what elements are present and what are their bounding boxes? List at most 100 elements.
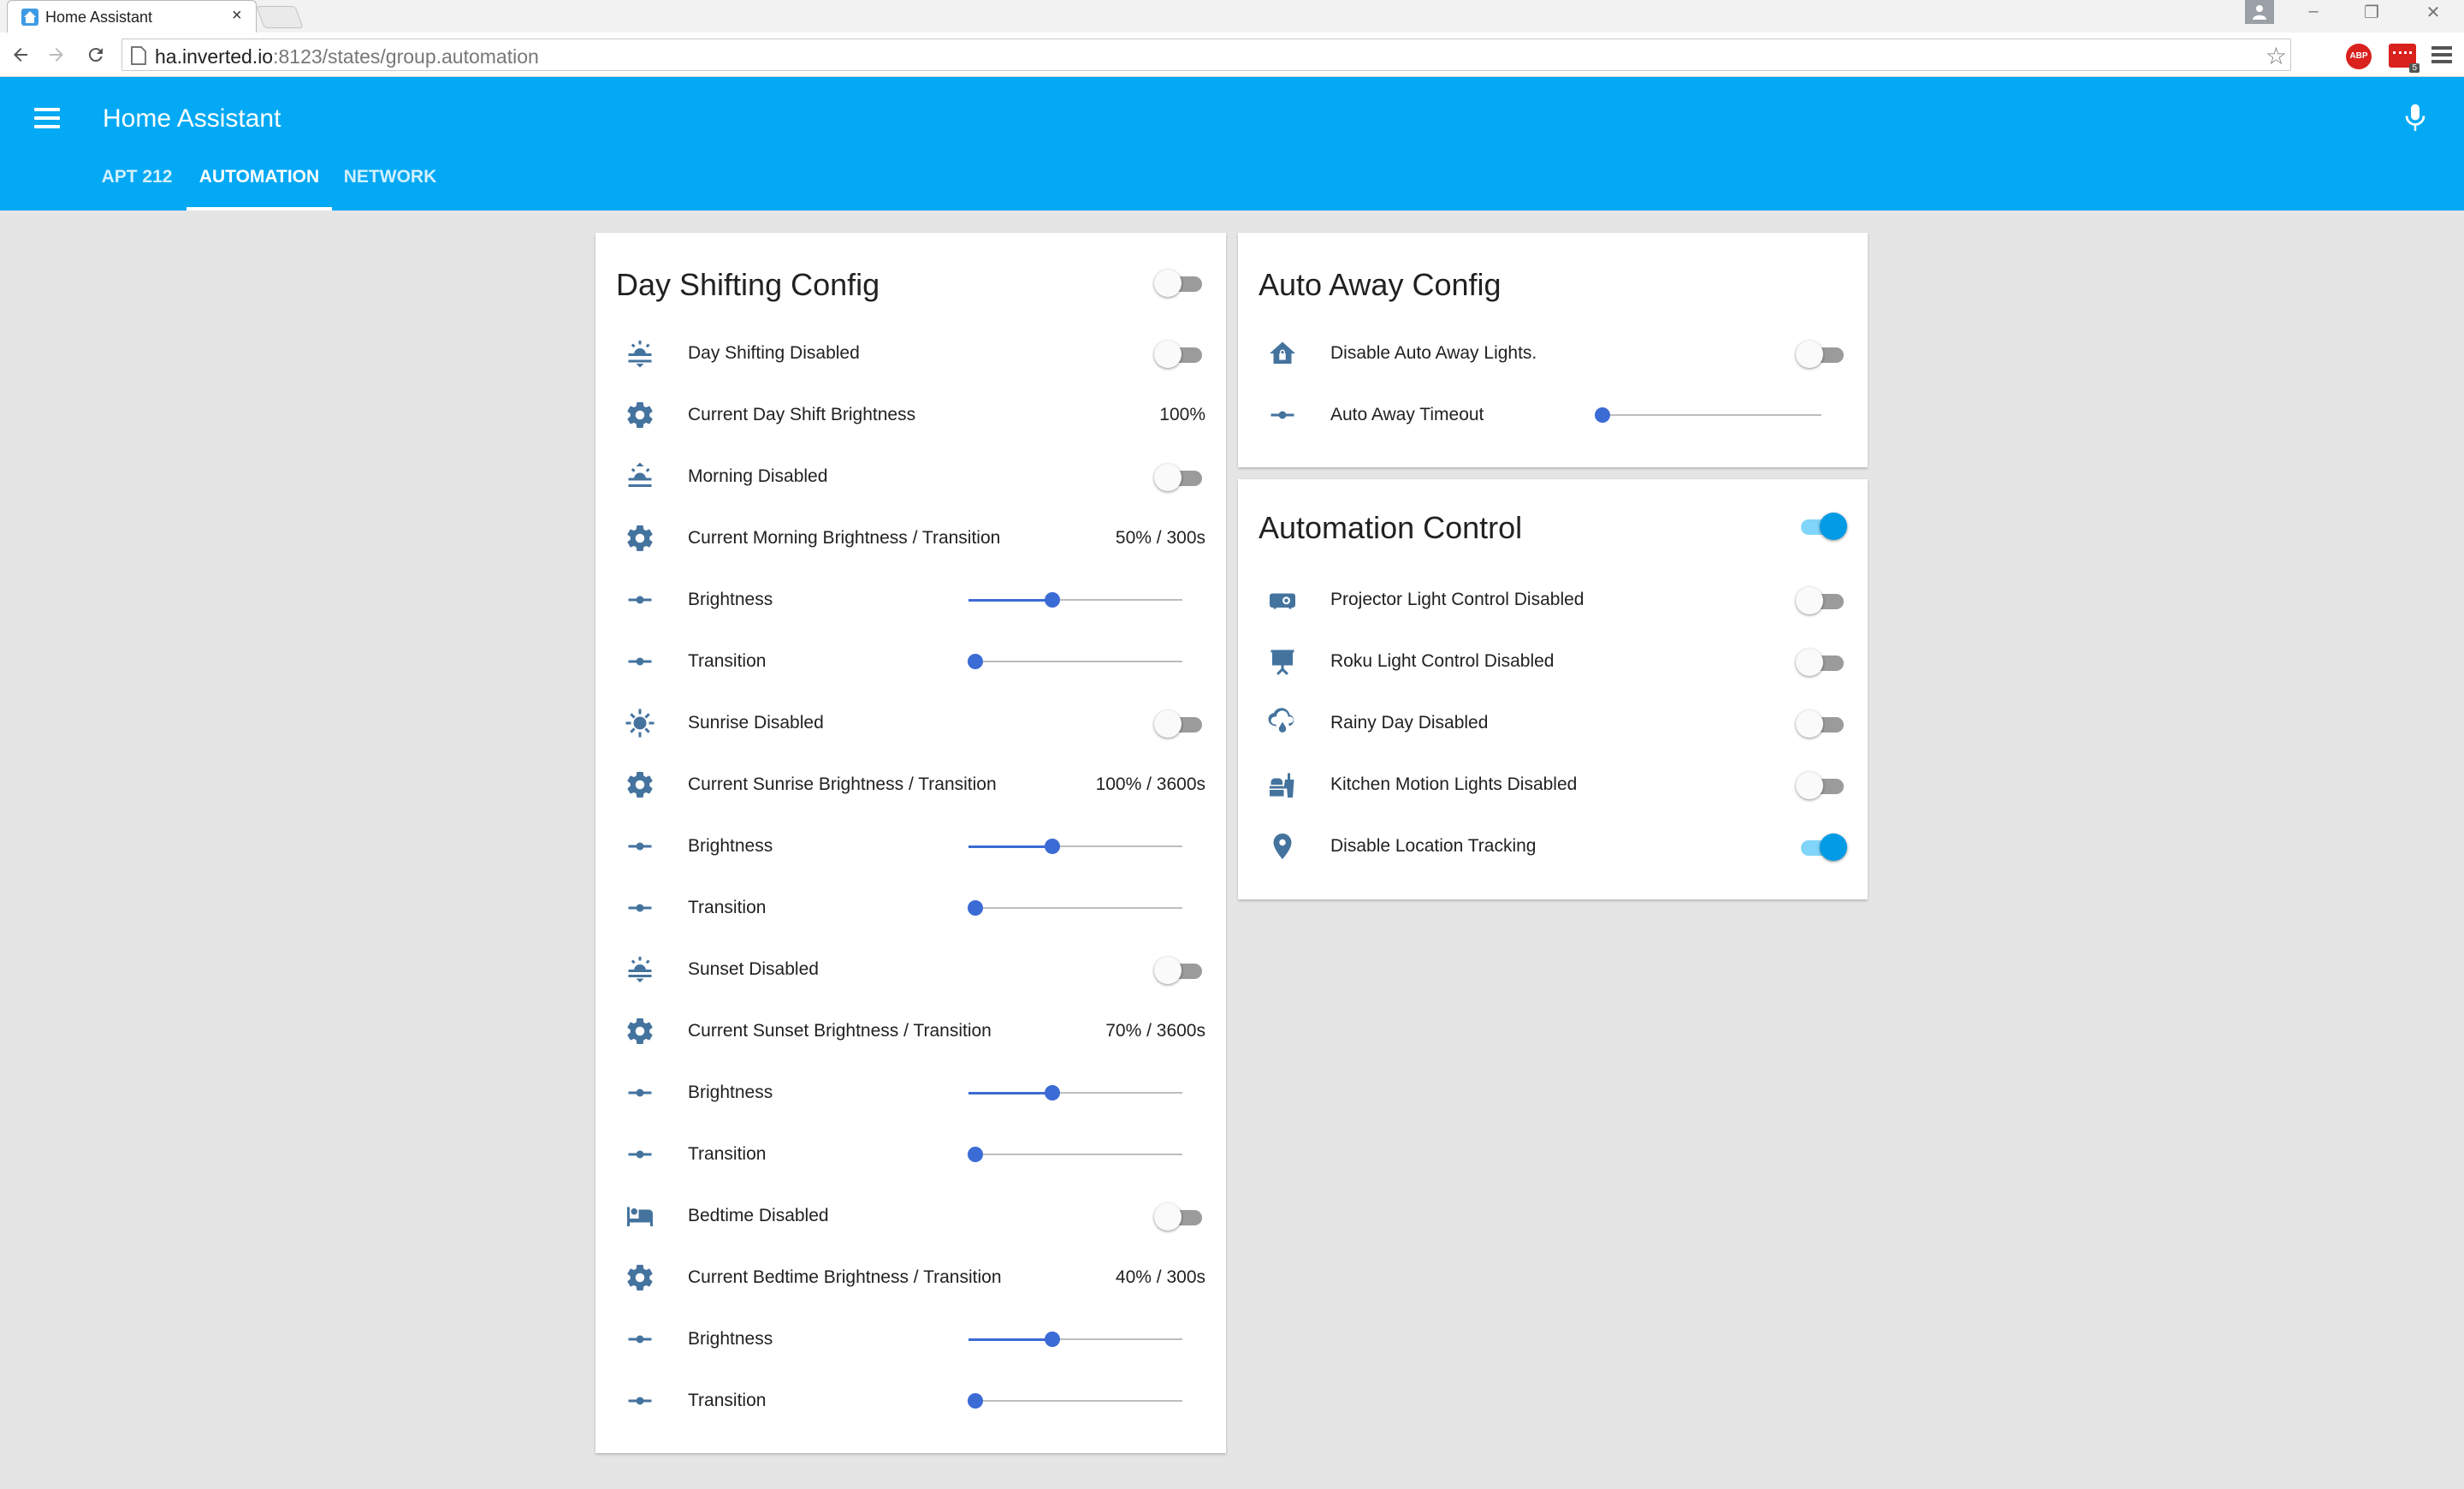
card-title: Auto Away Config [1259, 267, 1502, 302]
slider-fill [968, 1338, 1052, 1341]
entity-label: Transition [688, 1144, 767, 1164]
entity-label: Current Day Shift Brightness [688, 405, 916, 424]
page-icon [131, 46, 146, 65]
toggle-sunrise-disabled[interactable] [1154, 710, 1205, 738]
toggle-bedtime-disabled[interactable] [1154, 1203, 1205, 1231]
toggle-sunset-disabled[interactable] [1154, 957, 1205, 984]
card-title: Automation Control [1259, 510, 1523, 545]
extension-icon[interactable]: 5 [2389, 44, 2420, 73]
toggle-kitchen-motion-lights-disabled[interactable] [1796, 772, 1847, 799]
gear-icon [625, 1262, 655, 1293]
slider-thumb[interactable] [1044, 839, 1060, 854]
entity-row-projector-light-control-disabled: Projector Light Control Disabled [1238, 569, 1868, 631]
entity-state: 100% / 3600s [1095, 774, 1205, 794]
back-icon[interactable] [7, 41, 34, 68]
slider-thumb[interactable] [967, 1393, 983, 1409]
toggle-rainy-day-disabled[interactable] [1796, 710, 1847, 738]
url-text[interactable]: ha.inverted.io:8123/states/group.automat… [155, 45, 539, 68]
bookmark-star-icon[interactable]: ☆ [2266, 42, 2287, 70]
menu-icon[interactable] [34, 108, 60, 128]
entity-label: Bedtime Disabled [688, 1206, 829, 1225]
forward-icon[interactable] [43, 41, 70, 68]
entity-label: Current Sunset Brightness / Transition [688, 1021, 992, 1041]
slider-brightness[interactable] [968, 1326, 1182, 1352]
user-profile-icon[interactable] [2245, 0, 2274, 24]
gear-icon [625, 523, 655, 554]
toggle-disable-auto-away-lights[interactable] [1796, 341, 1847, 368]
toggle-morning-disabled[interactable] [1154, 464, 1205, 491]
slider-thumb[interactable] [1044, 1332, 1060, 1347]
slider-auto-away-timeout[interactable] [1595, 402, 1821, 428]
slider-thumb[interactable] [967, 900, 983, 916]
projector-screen-icon [1267, 646, 1298, 677]
slider-brightness[interactable] [968, 833, 1182, 859]
slider-icon [625, 893, 655, 923]
slider-transition[interactable] [967, 895, 1182, 921]
gear-icon [625, 769, 655, 800]
entity-state: 40% / 300s [1115, 1267, 1205, 1287]
entity-row-bedtime-disabled: Bedtime Disabled [595, 1185, 1226, 1247]
gear-icon [625, 400, 655, 430]
browser-tab[interactable]: Home Assistant × [7, 0, 257, 33]
entity-label: Brightness [688, 836, 773, 856]
weather-sunset-down-icon [625, 954, 655, 985]
reload-icon[interactable] [82, 41, 110, 68]
home-assistant-favicon [21, 9, 38, 26]
toggle-knob [1796, 341, 1823, 368]
microphone-icon[interactable] [2402, 103, 2428, 133]
adblock-extension-icon[interactable]: ABP [2346, 44, 2372, 69]
entity-row-auto-away-timeout: Auto Away Timeout [1238, 384, 1868, 446]
slider-thumb[interactable] [967, 654, 983, 669]
slider-fill [968, 845, 1052, 848]
browser-toolbar: ha.inverted.io:8123/states/group.automat… [0, 33, 2464, 77]
slider-icon [625, 1139, 655, 1170]
tab-apt-212[interactable]: APT 212 [86, 161, 188, 211]
entity-row-day-shifting-disabled: Day Shifting Disabled [595, 323, 1226, 384]
new-tab-button[interactable] [256, 6, 304, 28]
weather-sunset-icon [625, 338, 655, 369]
tab-network[interactable]: NETWORK [335, 161, 445, 211]
minimize-window-icon[interactable]: – [2296, 2, 2331, 21]
restore-window-icon[interactable]: ❐ [2354, 2, 2389, 23]
slider-brightness[interactable] [968, 1080, 1182, 1106]
toggle-day-shifting-disabled[interactable] [1154, 341, 1205, 368]
slider-thumb[interactable] [1044, 592, 1060, 608]
toggle-roku-light-control-disabled[interactable] [1796, 649, 1847, 676]
tab-automation[interactable]: AUTOMATION [187, 161, 332, 211]
chrome-menu-icon[interactable] [2431, 46, 2452, 67]
entity-row-brightness: Brightness [595, 816, 1226, 877]
slider-transition[interactable] [967, 1388, 1182, 1414]
slider-thumb[interactable] [1595, 407, 1610, 423]
slider-brightness[interactable] [968, 587, 1182, 613]
toggle-projector-light-control-disabled[interactable] [1796, 587, 1847, 614]
day-shifting-card-toggle[interactable] [1154, 270, 1205, 297]
entity-row-current-bedtime-brightness-transition: Current Bedtime Brightness / Transition 4… [595, 1247, 1226, 1308]
automation-control-card-toggle[interactable] [1796, 513, 1847, 540]
close-window-icon[interactable]: ✕ [2416, 2, 2450, 23]
entity-row-disable-location-tracking: Disable Location Tracking [1238, 816, 1868, 877]
projector-icon [1267, 584, 1298, 615]
slider-transition[interactable] [967, 1142, 1182, 1167]
map-marker-icon [1267, 831, 1298, 862]
tab-close-icon[interactable]: × [232, 6, 242, 26]
entity-row-current-day-shift-brightness: Current Day Shift Brightness 100% [595, 384, 1226, 446]
toggle-knob [1154, 1203, 1182, 1231]
address-bar[interactable]: ha.inverted.io:8123/states/group.automat… [121, 39, 2291, 71]
toggle-knob [1154, 464, 1182, 491]
entity-row-kitchen-motion-lights-disabled: Kitchen Motion Lights Disabled [1238, 754, 1868, 816]
weather-rainy-icon [1267, 708, 1298, 739]
entity-label: Roku Light Control Disabled [1330, 651, 1555, 671]
toggle-knob [1154, 341, 1182, 368]
toggle-knob [1796, 710, 1823, 738]
slider-icon [625, 646, 655, 677]
browser-tab-strip: Home Assistant × – ❐ ✕ [0, 0, 2464, 33]
toggle-disable-location-tracking[interactable] [1796, 833, 1847, 861]
slider-thumb[interactable] [1044, 1085, 1060, 1100]
entity-label: Current Morning Brightness / Transition [688, 528, 1001, 548]
entity-row-brightness: Brightness [595, 1308, 1226, 1370]
entity-row-transition: Transition [595, 1370, 1226, 1432]
entity-label: Transition [688, 1391, 767, 1410]
slider-transition[interactable] [967, 649, 1182, 674]
slider-thumb[interactable] [967, 1147, 983, 1162]
entity-row-transition: Transition [595, 631, 1226, 692]
